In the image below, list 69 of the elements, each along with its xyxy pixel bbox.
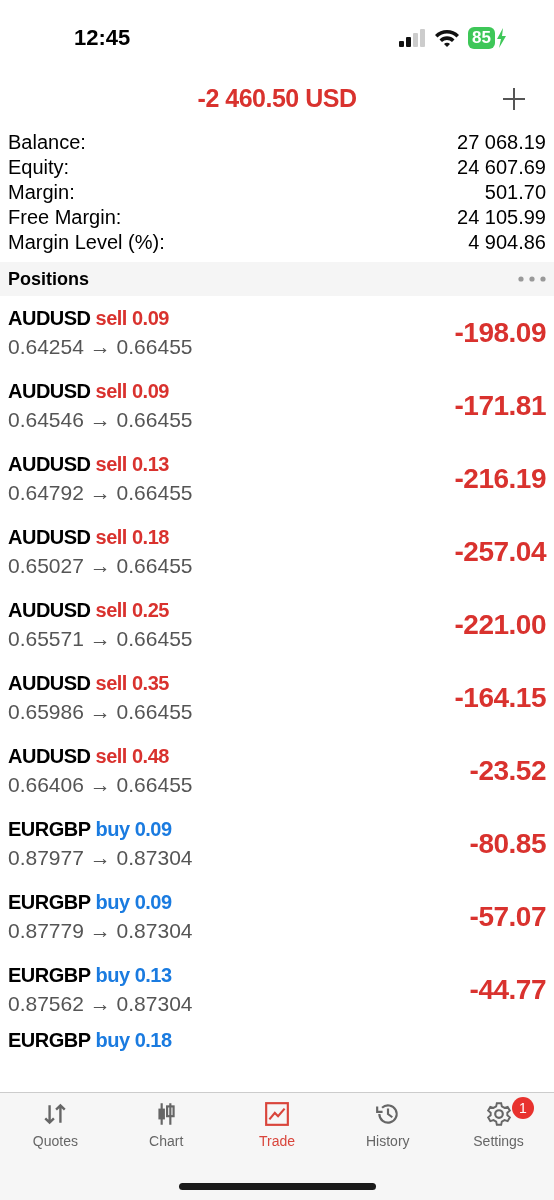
summary-value: 24 607.69 (457, 154, 546, 180)
position-profit: -57.07 (469, 899, 546, 934)
order-label: sell 0.18 (95, 524, 169, 550)
position-profit: -221.00 (454, 607, 546, 642)
position-profit: -171.81 (454, 388, 546, 423)
floating-profit: -2 460.50 USD (197, 83, 357, 115)
order-label: buy 0.13 (95, 962, 172, 988)
position-profit: -257.04 (454, 534, 546, 569)
status-time: 12:45 (74, 24, 131, 52)
line-chart-icon (264, 1101, 290, 1127)
order-label: buy 0.09 (95, 889, 172, 915)
summary-value: 501.70 (484, 179, 546, 205)
order-label: sell 0.35 (95, 670, 169, 696)
price-range: 0.65571 → 0.66455 (8, 625, 193, 652)
position-profit: -80.85 (469, 826, 546, 861)
tab[interactable]: Trade (221, 1101, 333, 1163)
summary-label: Margin Level (%): (8, 229, 165, 255)
summary-value: 24 105.99 (457, 204, 546, 230)
summary-label: Free Margin: (8, 204, 122, 230)
order-label: sell 0.25 (95, 597, 169, 623)
more-icon[interactable] (518, 276, 546, 282)
summary-label: Equity: (8, 154, 70, 180)
tab[interactable]: Chart (110, 1101, 222, 1163)
charging-icon (497, 27, 506, 48)
price-range: 0.66406 → 0.66455 (8, 771, 193, 798)
add-icon[interactable] (502, 87, 526, 111)
symbol-label: AUDUSD (8, 670, 91, 696)
symbol-label: AUDUSD (8, 743, 91, 769)
summary-value: 27 068.19 (457, 129, 546, 155)
order-label: sell 0.48 (95, 743, 169, 769)
symbol-label: EURGBP (8, 816, 91, 842)
tab[interactable]: History (332, 1101, 444, 1163)
battery-level: 85 (468, 26, 495, 49)
symbol-label: EURGBP (8, 962, 91, 988)
position-profit: -164.15 (454, 680, 546, 715)
order-label: buy 0.18 (95, 1028, 172, 1053)
position-profit: -198.09 (454, 315, 546, 350)
tab[interactable]: Quotes (0, 1101, 111, 1163)
symbol-label: AUDUSD (8, 524, 91, 550)
price-range: 0.87562 → 0.87304 (8, 990, 193, 1017)
order-label: buy 0.09 (95, 816, 172, 842)
price-range: 0.65027 → 0.66455 (8, 552, 193, 579)
notification-badge: 1 (512, 1097, 534, 1119)
summary-value: 4 904.86 (468, 229, 546, 255)
position-profit: -216.19 (454, 461, 546, 496)
summary-label: Balance: (8, 129, 86, 155)
signal-icon (398, 28, 427, 47)
price-range: 0.64792 → 0.66455 (8, 479, 193, 506)
position-profit: -44.77 (469, 972, 546, 1007)
settings-icon (485, 1101, 512, 1127)
price-range: 0.87779 → 0.87304 (8, 917, 193, 944)
symbol-label: AUDUSD (8, 305, 91, 331)
price-range: 0.64546 → 0.66455 (8, 406, 193, 433)
position-profit: -23.52 (469, 753, 546, 788)
history-icon (374, 1101, 401, 1127)
order-label: sell 0.09 (95, 305, 169, 331)
order-label: sell 0.09 (95, 378, 169, 404)
symbol-label: EURGBP (8, 889, 91, 915)
symbol-label: AUDUSD (8, 597, 91, 623)
price-range: 0.65986 → 0.66455 (8, 698, 193, 725)
symbol-label: AUDUSD (8, 378, 91, 404)
wifi-icon (434, 28, 461, 47)
price-range: 0.64254 → 0.66455 (8, 333, 193, 360)
summary-label: Margin: (8, 179, 75, 205)
price-range: 0.87977 → 0.87304 (8, 844, 193, 871)
section-title: Positions (8, 267, 89, 291)
order-label: sell 0.13 (95, 451, 169, 477)
symbol-label: EURGBP (8, 1028, 91, 1053)
symbol-label: AUDUSD (8, 451, 91, 477)
